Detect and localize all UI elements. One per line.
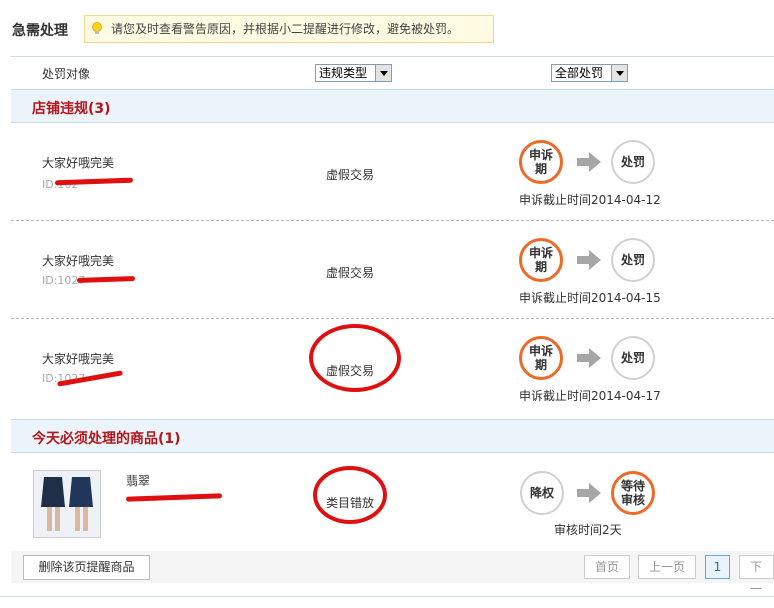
violation-type: 类目错放 <box>326 496 375 510</box>
step-label: 降权 <box>529 486 554 500</box>
arrow-right-icon <box>577 250 601 270</box>
deadline-text: 申诉截止时间2014-04-15 <box>519 291 661 305</box>
next-page-button[interactable]: 下一 <box>739 555 774 596</box>
violation-type-value: 违规类型 <box>319 66 368 80</box>
step-penalty: 处罚 <box>611 238 655 282</box>
step-label: 处罚 <box>620 253 645 267</box>
redaction-scribble <box>125 493 223 502</box>
arrow-right-icon <box>577 152 601 172</box>
step-appeal: 申诉期 <box>519 238 563 282</box>
divider <box>0 596 774 597</box>
step-penalty: 处罚 <box>611 336 655 380</box>
deadline-text: 申诉截止时间2014-04-17 <box>519 389 661 403</box>
table-row: 大家好哦完美 ID:102 虚假交易 申诉期 处罚 申诉截止时间2014-04-… <box>11 124 774 221</box>
chevron-down-icon <box>611 65 627 81</box>
arrow-right-icon <box>577 483 601 503</box>
arrow-right-icon <box>577 348 601 368</box>
step-demote: 降权 <box>520 471 564 515</box>
filter-header: 处罚对像 违规类型 全部处罚 <box>11 56 774 88</box>
product-name[interactable]: 翡翠 <box>126 472 150 489</box>
step-label: 处罚 <box>620 155 645 169</box>
prev-page-button[interactable]: 上一页 <box>638 555 696 579</box>
warning-tip: 请您及时查看警告原因，并根据小二提醒进行修改，避免被处罚。 <box>84 15 494 43</box>
lightbulb-icon <box>92 22 102 34</box>
shop-name: 大家好哦完美 <box>42 156 115 170</box>
first-page-button[interactable]: 首页 <box>584 555 630 579</box>
column-label-object: 处罚对像 <box>42 67 91 81</box>
deadline-text: 申诉截止时间2014-04-12 <box>519 193 661 207</box>
section-goods: 今天必须处理的商品(1) <box>11 419 774 453</box>
violation-type: 虚假交易 <box>326 266 375 280</box>
page-number-current[interactable]: 1 <box>705 555 730 579</box>
step-appeal: 申诉期 <box>519 336 563 380</box>
chevron-down-icon <box>375 65 391 81</box>
table-row: 大家好哦完美 ID:1027 虚假交易 申诉期 处罚 申诉截止时间2014-04… <box>11 320 774 417</box>
page-title: 急需处理 <box>12 23 68 39</box>
annotation-circle <box>309 324 401 392</box>
penalty-select[interactable]: 全部处罚 <box>551 64 628 82</box>
penalty-value: 全部处罚 <box>555 66 604 80</box>
product-thumbnail[interactable] <box>33 470 101 538</box>
delete-reminders-button[interactable]: 删除该页提醒商品 <box>23 555 150 580</box>
step-label: 申诉期 <box>528 246 553 274</box>
step-label: 申诉期 <box>528 344 553 372</box>
shop-name: 大家好哦完美 <box>42 352 115 366</box>
step-label: 处罚 <box>620 351 645 365</box>
violation-type: 虚假交易 <box>326 168 375 182</box>
step-label: 等待审核 <box>620 479 645 507</box>
redaction-scribble <box>76 275 136 284</box>
shop-name: 大家好哦完美 <box>42 254 115 268</box>
table-row: 大家好哦完美 ID:1027 虚假交易 申诉期 处罚 申诉截止时间2014-04… <box>11 222 774 319</box>
tip-text: 请您及时查看警告原因，并根据小二提醒进行修改，避免被处罚。 <box>111 22 460 36</box>
section-store-violations: 店铺违规(3) <box>11 89 774 123</box>
step-label: 申诉期 <box>528 148 553 176</box>
violation-type: 虚假交易 <box>326 364 375 378</box>
step-penalty: 处罚 <box>611 140 655 184</box>
section-title: 今天必须处理的商品(1) <box>32 431 181 447</box>
step-appeal: 申诉期 <box>519 140 563 184</box>
product-image <box>34 471 100 537</box>
section-title: 店铺违规(3) <box>32 101 111 117</box>
violation-type-select[interactable]: 违规类型 <box>315 64 392 82</box>
review-time-text: 审核时间2天 <box>554 523 622 537</box>
step-pending-review: 等待审核 <box>611 471 655 515</box>
